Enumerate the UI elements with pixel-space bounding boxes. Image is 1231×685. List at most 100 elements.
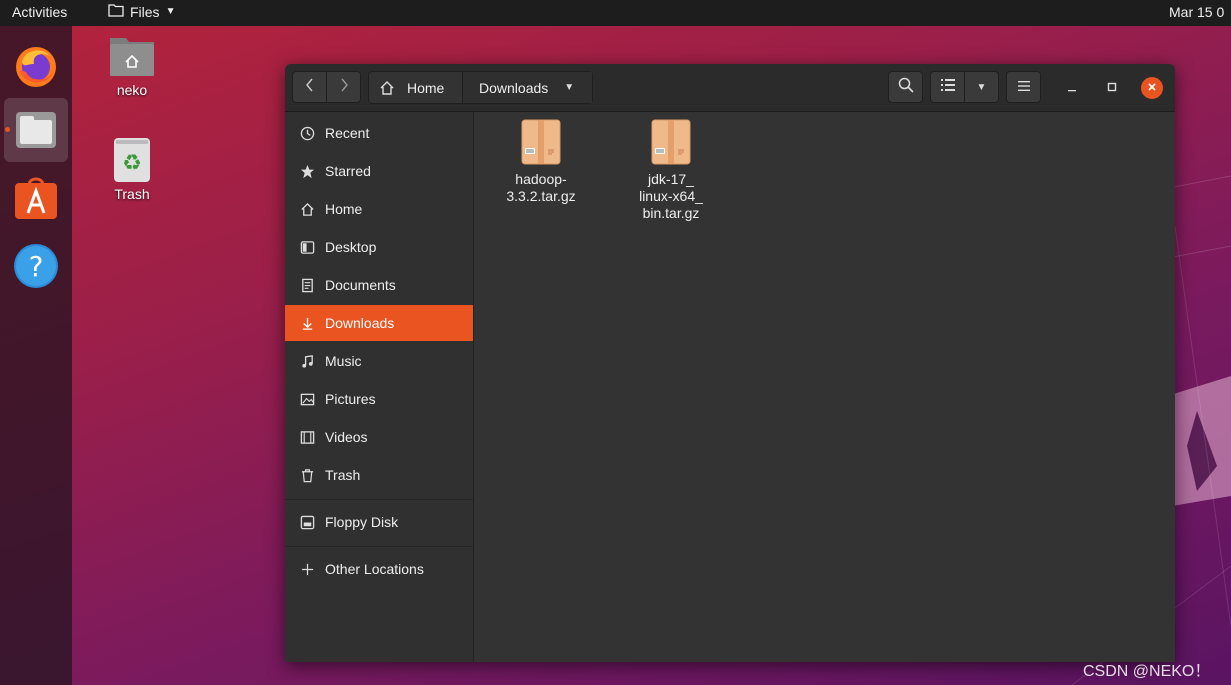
path-current-label: Downloads	[479, 79, 549, 96]
view-toggle-button[interactable]	[930, 71, 965, 103]
sidebar-item-label: Starred	[325, 163, 371, 179]
home-folder-icon	[110, 38, 154, 76]
file-name-line: 3.3.2.tar.gz	[506, 188, 576, 204]
sidebar-item-label: Trash	[325, 467, 361, 483]
files-icon	[16, 112, 56, 148]
sidebar-item-label: Floppy Disk	[325, 514, 399, 530]
maximize-icon	[1107, 79, 1117, 97]
video-icon	[299, 429, 315, 445]
dock-help[interactable]: ?	[4, 234, 68, 298]
back-button[interactable]	[292, 71, 327, 103]
hamburger-icon	[1017, 78, 1030, 96]
file-item[interactable]: hadoop- 3.3.2.tar.gz	[486, 119, 596, 205]
sidebar-item-label: Desktop	[325, 239, 377, 255]
archive-icon	[651, 119, 691, 165]
help-icon: ?	[14, 244, 58, 288]
sidebar-item-label: Videos	[325, 429, 368, 445]
watermark: CSDN @NEKO！	[1083, 663, 1211, 680]
dock-software[interactable]	[4, 166, 68, 230]
activities-button[interactable]: Activities	[12, 4, 67, 20]
sidebar-item-floppy-disk[interactable]: Floppy Disk	[285, 504, 473, 540]
sidebar-item-label: Home	[325, 201, 363, 217]
sidebar-divider	[285, 546, 473, 547]
sidebar-item-label: Other Locations	[325, 561, 424, 577]
desktop-icon-label: neko	[116, 82, 148, 98]
close-icon	[1147, 79, 1157, 97]
clock-icon	[299, 125, 315, 141]
maximize-button[interactable]	[1101, 77, 1123, 99]
dock-firefox[interactable]	[4, 34, 68, 98]
firefox-icon	[16, 47, 56, 87]
path-bar: Home Downloads ▼	[368, 71, 593, 104]
desktop-trash[interactable]: ♻ Trash	[87, 136, 177, 202]
sidebar-item-label: Pictures	[325, 391, 376, 407]
file-name-line: jdk-17_	[648, 171, 694, 187]
sidebar-item-pictures[interactable]: Pictures	[285, 381, 473, 417]
sidebar-item-label: Music	[325, 353, 362, 369]
app-menu-label: Files	[130, 3, 160, 20]
sidebar-item-music[interactable]: Music	[285, 343, 473, 379]
sidebar-item-downloads[interactable]: Downloads	[285, 305, 473, 341]
file-name-line: linux-x64_	[639, 188, 703, 204]
star-icon	[299, 163, 315, 179]
minimize-button[interactable]	[1061, 77, 1083, 99]
files-window: Home Downloads ▼ ▼ Recent Starred Home D…	[285, 64, 1175, 662]
dock: ?	[0, 26, 72, 685]
file-name: hadoop- 3.3.2.tar.gz	[491, 171, 591, 205]
sidebar-item-trash[interactable]: Trash	[285, 457, 473, 493]
clock[interactable]: Mar 15 0	[1169, 4, 1224, 20]
trash-icon	[299, 467, 315, 483]
sidebar-item-documents[interactable]: Documents	[285, 267, 473, 303]
path-home-label: Home	[407, 79, 445, 96]
caret-down-icon: ▼	[165, 6, 176, 17]
menu-button[interactable]	[1006, 71, 1041, 103]
home-icon	[379, 80, 395, 96]
sidebar-item-desktop[interactable]: Desktop	[285, 229, 473, 265]
file-name: jdk-17_ linux-x64_ bin.tar.gz	[621, 171, 721, 222]
search-icon	[898, 77, 914, 98]
places-sidebar: Recent Starred Home Desktop Documents Do…	[285, 112, 474, 662]
caret-down-icon: ▼	[976, 81, 987, 93]
sidebar-item-starred[interactable]: Starred	[285, 153, 473, 189]
sidebar-item-label: Documents	[325, 277, 396, 293]
file-name-line: hadoop-	[515, 171, 567, 187]
file-name-line: bin.tar.gz	[642, 205, 700, 221]
file-item[interactable]: jdk-17_ linux-x64_ bin.tar.gz	[616, 119, 726, 222]
path-current[interactable]: Downloads ▼	[463, 72, 592, 103]
list-view-icon	[940, 78, 955, 96]
picture-icon	[299, 391, 315, 407]
desktop-home-folder[interactable]: neko	[87, 34, 177, 98]
forward-button[interactable]	[326, 71, 361, 103]
dock-files[interactable]	[4, 98, 68, 162]
svg-text:?: ?	[29, 250, 44, 283]
chevron-right-icon	[339, 77, 349, 98]
sidebar-item-label: Downloads	[325, 315, 395, 331]
chevron-left-icon	[305, 77, 315, 98]
svg-text:♻: ♻	[122, 151, 142, 176]
search-button[interactable]	[888, 71, 923, 103]
app-menu[interactable]: Files ▼	[108, 3, 175, 20]
archive-icon	[521, 119, 561, 165]
path-home[interactable]: Home	[369, 72, 463, 103]
sidebar-item-other-locations[interactable]: Other Locations	[285, 551, 473, 587]
running-indicator	[5, 127, 10, 132]
trash-icon: ♻	[114, 138, 150, 182]
sidebar-item-home[interactable]: Home	[285, 191, 473, 227]
sidebar-item-recent[interactable]: Recent	[285, 115, 473, 151]
home-icon	[299, 201, 315, 217]
document-icon	[299, 277, 315, 293]
minimize-icon	[1067, 79, 1077, 97]
top-bar: Activities Files ▼ Mar 15 0	[0, 0, 1231, 26]
close-button[interactable]	[1141, 77, 1163, 99]
view-options-button[interactable]: ▼	[964, 71, 999, 103]
music-icon	[299, 353, 315, 369]
sidebar-item-videos[interactable]: Videos	[285, 419, 473, 455]
caret-down-icon: ▼	[564, 82, 575, 93]
ubuntu-software-icon	[15, 177, 57, 219]
sidebar-divider	[285, 499, 473, 500]
sidebar-item-label: Recent	[325, 125, 370, 141]
download-icon	[299, 315, 315, 331]
file-view: hadoop- 3.3.2.tar.gz jdk-17_ linux-x64_ …	[474, 112, 1175, 662]
plus-icon	[299, 561, 315, 577]
desktop-icon	[299, 239, 315, 255]
